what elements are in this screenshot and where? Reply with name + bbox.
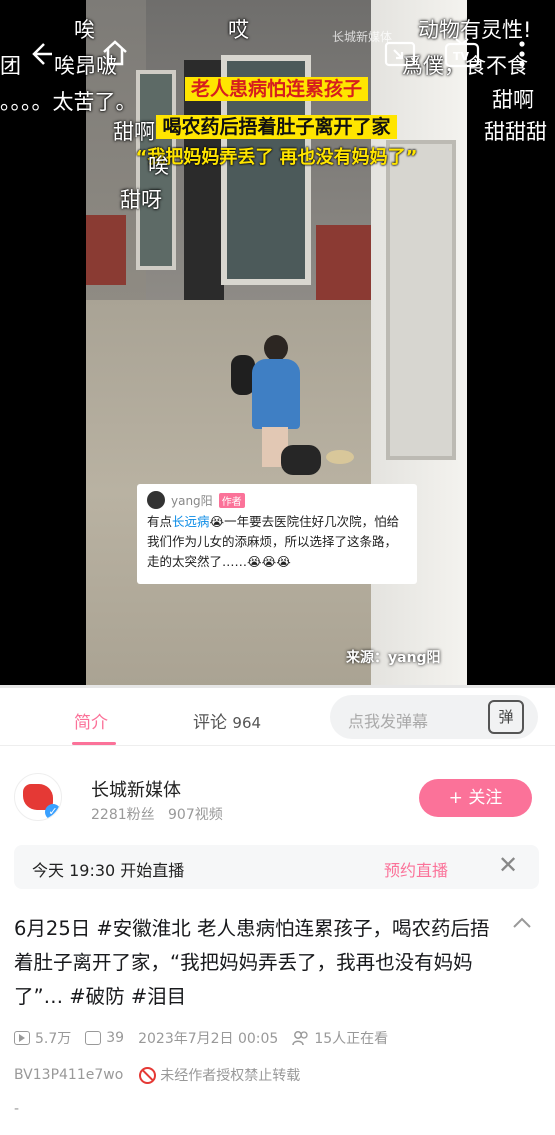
tab-comments[interactable]: 评论 964 [193, 708, 261, 733]
video-source-credit: 来源：yang阳 [346, 650, 441, 666]
danmaku-input-placeholder[interactable]: 点我发弹幕 [348, 708, 428, 732]
danmaku-count: 39 [106, 1030, 125, 1046]
tab-active-indicator [72, 742, 116, 745]
watching-icon [292, 1031, 308, 1046]
bvid-row: BV13P411e7wo 未经作者授权禁止转载 [14, 1065, 300, 1085]
view-count: 5.7万 [35, 1031, 72, 1047]
more-vertical-icon[interactable] [516, 40, 528, 73]
danmaku-item: 甜啊 [492, 88, 534, 112]
live-reservation-banner: 今天 19:30 开始直播 预约直播 ✕ [14, 845, 539, 889]
publish-date: 2023年7月2日 00:05 [138, 1031, 279, 1047]
scene-bowl [326, 450, 354, 464]
video-meta-row: 5.7万 39 2023年7月2日 00:05 15人正在看 [14, 1028, 544, 1048]
video-player[interactable]: 长城新媒体 老人患病怕连累孩子 喝农药后捂着肚子离开了家 “我把妈妈弄丢了 再也… [0, 0, 555, 687]
danmaku-toggle-button[interactable]: 弹 [488, 700, 524, 734]
danmaku-item: 团 [0, 54, 21, 78]
scene-dog [281, 445, 321, 475]
video-title: 6月25日 #安徽淮北 老人患病怕连累孩子，喝农药后捂着肚子离开了家，“我把妈妈… [14, 917, 490, 1008]
danmaku-item: 唉 [148, 154, 169, 178]
verified-icon: ✓ [45, 804, 61, 820]
bvid-text[interactable]: BV13P411e7wo [14, 1067, 123, 1083]
trailing-divider: - [14, 1101, 20, 1117]
home-icon[interactable] [100, 38, 130, 73]
reserve-live-button[interactable]: 预约直播 [384, 857, 448, 881]
uploader-avatar[interactable]: ✓ [14, 773, 62, 821]
scene-right-window [386, 140, 456, 460]
scene-wall-red-left [86, 215, 126, 285]
danmaku-item: 甜呀 [120, 188, 162, 212]
danmaku-item: 唉 [74, 18, 95, 42]
comment-author-name: yang阳 [171, 493, 213, 508]
copyright-notice: 未经作者授权禁止转载 [160, 1068, 301, 1084]
comment-keyword-link: 长远病 [172, 514, 210, 529]
no-repost-icon [139, 1066, 157, 1084]
pinned-comment-card: yang阳 作者 有点长远病😭一年要去医院住好几次院，怕给我们作为儿女的添麻烦，… [137, 484, 417, 584]
video-frame: 长城新媒体 老人患病怕连累孩子 喝农药后捂着肚子离开了家 “我把妈妈弄丢了 再也… [86, 0, 467, 685]
scene-wall-red [316, 225, 376, 300]
watching-count: 15人正在看 [314, 1031, 389, 1047]
back-arrow-icon[interactable] [26, 40, 54, 73]
video-caption-line3: “我把妈妈弄丢了 再也没有妈妈了” [135, 147, 418, 168]
picture-in-picture-icon[interactable] [384, 40, 416, 73]
follow-button[interactable]: + 关注 [419, 779, 532, 817]
tab-intro[interactable]: 简介 [74, 708, 108, 733]
uploader-videos: 907视频 [168, 807, 223, 823]
comment-text: 有点长远病😭一年要去医院住好几次院，怕给我们作为儿女的添麻烦，所以选择了这条路，… [147, 514, 400, 569]
chevron-up-icon[interactable] [512, 914, 532, 933]
video-watermark: 长城新媒体 [332, 30, 393, 44]
danmaku-item: 甜甜甜 [484, 120, 547, 144]
danmaku-item: 哎 [228, 18, 249, 42]
uploader-fans: 2281粉丝 [91, 807, 155, 823]
play-count-icon [14, 1031, 30, 1045]
comment-author-avatar [147, 491, 165, 509]
comments-count: 964 [232, 714, 262, 732]
live-time-text: 今天 19:30 开始直播 [32, 861, 185, 880]
author-badge: 作者 [218, 492, 245, 508]
close-icon[interactable]: ✕ [498, 851, 518, 879]
uploader-stats: 2281粉丝 907视频 [91, 804, 223, 824]
svg-text:TV: TV [453, 50, 470, 63]
danmaku-item: 甜啊 [113, 120, 155, 144]
tv-cast-icon[interactable]: TV [444, 38, 480, 73]
danmaku-item: 。。。。太苦了。 [0, 90, 137, 114]
danmaku-count-icon [85, 1031, 102, 1045]
uploader-name[interactable]: 长城新媒体 [91, 776, 181, 802]
